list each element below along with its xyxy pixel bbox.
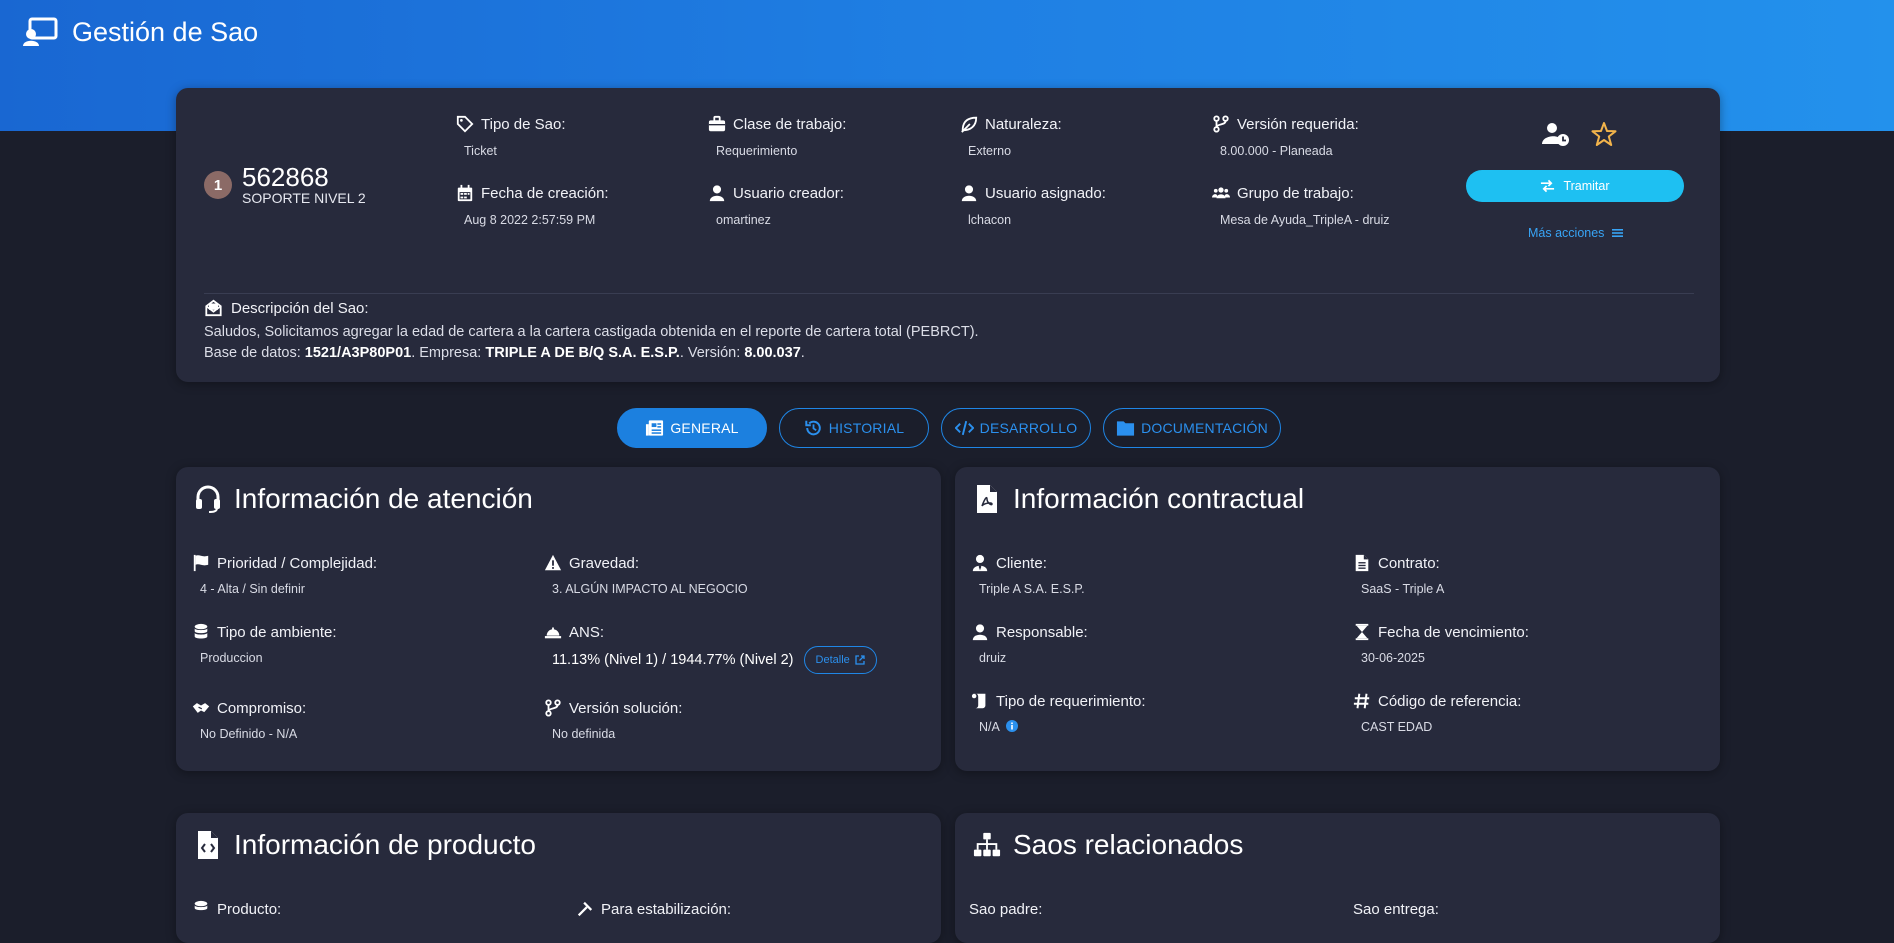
app-title: Gestión de Sao	[22, 14, 258, 50]
field-producto: Producto:	[192, 899, 281, 919]
mas-acciones-link[interactable]: Más acciones	[1528, 226, 1624, 240]
field-sao-entrega: Sao entrega:	[1353, 900, 1439, 918]
file-icon	[1355, 554, 1369, 572]
tag-icon	[456, 115, 474, 133]
field-estabilizacion: Para estabilización:	[576, 899, 731, 919]
field-usuario-asignado: Usuario asignado: lchacon	[960, 183, 1190, 227]
history-icon	[805, 420, 821, 436]
branch-icon	[545, 699, 561, 717]
field-version-solucion: Versión solución: No definida	[544, 698, 682, 741]
field-version-requerida: Versión requerida: 8.00.000 - Planeada	[1212, 114, 1442, 158]
ans-value: 11.13% (Nivel 1) / 1944.77% (Nivel 2)	[552, 652, 794, 668]
contractual-title: Información contractual	[973, 477, 1304, 521]
description-text: Saludos, Solicitamos agregar la edad de …	[204, 324, 979, 340]
field-gravedad: Gravedad: 3. ALGÚN IMPACTO AL NEGOCIO	[544, 553, 748, 596]
newspaper-icon	[646, 420, 664, 436]
app-title-text: Gestión de Sao	[72, 16, 259, 47]
file-code-icon	[198, 831, 218, 859]
sao-badge: 1	[204, 171, 232, 199]
leaf-icon	[961, 116, 978, 133]
atencion-title: Información de atención	[194, 477, 533, 521]
star-icon[interactable]	[1590, 120, 1618, 148]
hourglass-icon	[1355, 623, 1369, 641]
briefcase-icon	[708, 115, 726, 132]
folder-icon	[1117, 421, 1135, 436]
field-sao-padre: Sao padre:	[969, 900, 1043, 918]
user-clock-icon[interactable]	[1542, 120, 1570, 148]
code-icon	[954, 420, 974, 436]
external-link-icon	[855, 655, 865, 665]
description-details: Base de datos: 1521/A3P80P01. Empresa: T…	[204, 345, 805, 361]
database-icon	[194, 623, 208, 639]
field-fecha-creacion: Fecha de creación: Aug 8 2022 2:57:59 PM	[456, 183, 686, 227]
producto-card: Información de producto Producto: Para e…	[176, 813, 941, 943]
field-tipo-requerimiento: Tipo de requerimiento: N/A	[971, 691, 1146, 734]
card-divider	[204, 293, 1694, 294]
user-icon	[709, 185, 725, 202]
tramitar-button[interactable]: Tramitar	[1466, 170, 1684, 202]
database-icon	[194, 900, 208, 911]
field-codigo-referencia: Código de referencia: CAST EDAD	[1353, 691, 1521, 734]
sitemap-icon	[973, 832, 1001, 857]
sao-identifier: 1 562868 SOPORTE NIVEL 2	[204, 164, 366, 206]
headset-icon	[196, 485, 220, 513]
field-fecha-vencimiento: Fecha de vencimiento: 30-06-2025	[1353, 622, 1529, 665]
user-tie-icon	[972, 554, 988, 572]
contractual-card: Información contractual Cliente: Triple …	[955, 467, 1720, 771]
field-tipo-ambiente: Tipo de ambiente: Produccion	[192, 622, 337, 665]
info-icon[interactable]	[1005, 720, 1018, 732]
sao-summary-card: 1 562868 SOPORTE NIVEL 2 Tipo de Sao: Ti…	[176, 88, 1720, 382]
field-compromiso: Compromiso: No Definido - N/A	[192, 698, 306, 741]
exchange-icon	[1541, 179, 1555, 193]
tools-icon	[577, 901, 593, 917]
description-title: Descripción del Sao:	[204, 296, 369, 320]
atencion-card: Información de atención Prioridad / Comp…	[176, 467, 941, 771]
flag-icon	[193, 554, 209, 572]
field-tipo-sao: Tipo de Sao: Ticket	[456, 114, 686, 158]
field-ans: ANS: 11.13% (Nivel 1) / 1944.77% (Nivel …	[544, 622, 877, 674]
field-clase-trabajo: Clase de trabajo: Requerimiento	[708, 114, 938, 158]
user-icon	[961, 185, 977, 202]
field-cliente: Cliente: Triple A S.A. E.S.P.	[971, 553, 1085, 596]
relacionados-card: Saos relacionados Sao padre: Sao entrega…	[955, 813, 1720, 943]
monitor-user-icon	[23, 17, 58, 46]
field-usuario-creador: Usuario creador: omartinez	[708, 183, 938, 227]
producto-title: Información de producto	[194, 823, 536, 867]
sao-number: 562868	[242, 162, 329, 192]
file-pdf-icon	[977, 485, 997, 513]
bars-icon	[1612, 229, 1624, 237]
user-icon	[972, 624, 988, 641]
field-prioridad: Prioridad / Complejidad: 4 - Alta / Sin …	[192, 553, 377, 596]
handshake-icon	[192, 703, 210, 713]
users-icon	[1212, 187, 1230, 199]
branch-icon	[1213, 115, 1229, 133]
section-tabs: GENERAL HISTORIAL DESARROLLO DOCUMENTACI…	[617, 408, 1281, 448]
envelope-open-icon	[205, 299, 222, 317]
warning-icon	[544, 554, 562, 571]
detalle-button[interactable]: Detalle	[803, 646, 877, 674]
bell-icon	[544, 627, 562, 639]
field-naturaleza: Naturaleza: Externo	[960, 114, 1190, 158]
field-grupo-trabajo: Grupo de trabajo: Mesa de Ayuda_TripleA …	[1212, 183, 1442, 227]
tab-documentacion[interactable]: DOCUMENTACIÓN	[1103, 408, 1281, 448]
calendar-icon	[457, 184, 473, 202]
field-responsable: Responsable: druiz	[971, 622, 1088, 665]
requerimiento-value: N/A	[979, 720, 1146, 734]
relacionados-title: Saos relacionados	[973, 823, 1243, 867]
sao-action-icons	[1542, 120, 1618, 148]
tab-desarrollo[interactable]: DESARROLLO	[941, 408, 1091, 448]
hash-icon	[1353, 693, 1370, 709]
tab-historial[interactable]: HISTORIAL	[779, 408, 929, 448]
tab-general[interactable]: GENERAL	[617, 408, 767, 448]
sao-level: SOPORTE NIVEL 2	[242, 190, 366, 206]
scroll-icon	[971, 693, 986, 709]
field-contrato: Contrato: SaaS - Triple A	[1353, 553, 1444, 596]
